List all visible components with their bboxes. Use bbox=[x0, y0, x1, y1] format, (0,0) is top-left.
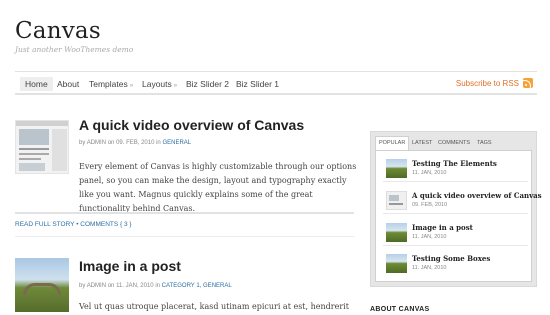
post-thumbnail[interactable] bbox=[15, 258, 69, 312]
tabbed-widget: POPULAR LATEST COMMENTS TAGS Testing The… bbox=[370, 131, 542, 287]
subscribe-rss-link[interactable]: Subscribe to RSS bbox=[456, 78, 533, 88]
meta-on: on bbox=[107, 140, 115, 146]
post-author: ADMIN bbox=[86, 283, 107, 289]
post-footer: READ FULL STORY • COMMENTS { 3 } bbox=[15, 212, 354, 237]
tab-popular[interactable]: POPULAR bbox=[375, 136, 410, 150]
site-title[interactable]: Canvas bbox=[15, 20, 101, 43]
comments-link[interactable]: COMMENTS { 3 } bbox=[80, 221, 131, 228]
post-author: ADMIN bbox=[86, 140, 107, 146]
popular-post-date: 11. JAN, 2010 bbox=[412, 234, 447, 240]
popular-post-title[interactable]: Image in a post bbox=[412, 223, 473, 232]
post-meta: by ADMIN on 11. JAN, 2010 in CATEGORY 1,… bbox=[79, 283, 232, 289]
tab-latest[interactable]: LATEST bbox=[409, 136, 435, 150]
popular-post-item[interactable]: Image in a post 11. JAN, 2010 bbox=[383, 220, 528, 246]
post-excerpt: Vel ut quas utroque placerat, kasd utina… bbox=[79, 302, 349, 311]
popular-post-thumbnail[interactable] bbox=[386, 159, 407, 178]
nav-item-layouts-label: Layouts bbox=[142, 79, 172, 89]
post-title[interactable]: Image in a post bbox=[79, 258, 181, 274]
nav-item-templates-label: Templates bbox=[89, 79, 128, 89]
popular-post-date: 11. JAN, 2010 bbox=[412, 170, 447, 176]
nav-item-biz-slider-2[interactable]: Biz Slider 2 bbox=[181, 77, 234, 91]
popular-post-item[interactable]: A quick video overview of Canvas 09. FEB… bbox=[383, 188, 542, 214]
popular-post-title[interactable]: Testing The Elements bbox=[412, 159, 497, 168]
popular-post-date: 09. FEB, 2010 bbox=[412, 202, 448, 208]
popular-post-thumbnail[interactable] bbox=[386, 223, 407, 242]
rss-icon bbox=[523, 78, 533, 88]
post-meta: by ADMIN on 09. FEB, 2010 in GENERAL bbox=[79, 140, 191, 146]
meta-in: in bbox=[155, 283, 160, 289]
post-title[interactable]: A quick video overview of Canvas bbox=[79, 117, 304, 133]
link-separator: • bbox=[76, 221, 79, 228]
popular-post-thumbnail[interactable] bbox=[386, 191, 407, 210]
post-category-link[interactable]: GENERAL bbox=[162, 140, 191, 146]
read-full-story-link[interactable]: READ FULL STORY bbox=[15, 221, 74, 228]
site-tagline: Just another WooThemes demo bbox=[15, 45, 134, 54]
tab-comments[interactable]: COMMENTS bbox=[435, 136, 473, 150]
popular-post-item[interactable]: Testing Some Boxes 11. JAN, 2010 bbox=[383, 251, 528, 277]
meta-on: on bbox=[107, 283, 115, 289]
post-date: 09. FEB, 2010 bbox=[116, 140, 155, 146]
popular-post-title[interactable]: A quick video overview of Canvas bbox=[412, 191, 542, 200]
nav-item-layouts[interactable]: Layouts» bbox=[137, 77, 182, 91]
meta-by: by bbox=[79, 140, 86, 146]
post-category-link[interactable]: CATEGORY 1, GENERAL bbox=[162, 283, 232, 289]
nav-item-about[interactable]: About bbox=[52, 77, 84, 91]
subscribe-rss-label: Subscribe to RSS bbox=[455, 79, 519, 88]
about-widget-title: ABOUT CANVAS bbox=[370, 306, 430, 313]
post-thumbnail[interactable] bbox=[15, 120, 69, 174]
popular-post-item[interactable]: Testing The Elements 11. JAN, 2010 bbox=[383, 156, 528, 182]
post-date: 11. JAN, 2010 bbox=[116, 283, 154, 289]
meta-in: in bbox=[156, 140, 161, 146]
nav-item-home[interactable]: Home bbox=[20, 77, 53, 91]
main-navigation: Home About Templates» Layouts» Biz Slide… bbox=[15, 71, 537, 95]
popular-post-thumbnail[interactable] bbox=[386, 254, 407, 273]
dropdown-caret-icon: » bbox=[173, 83, 178, 89]
post-excerpt: Every element of Canvas is highly custom… bbox=[79, 162, 357, 213]
dropdown-caret-icon: » bbox=[129, 83, 134, 89]
nav-item-templates[interactable]: Templates» bbox=[84, 77, 138, 91]
tab-tags[interactable]: TAGS bbox=[474, 136, 495, 150]
popular-post-date: 11. JAN, 2010 bbox=[412, 265, 447, 271]
popular-post-title[interactable]: Testing Some Boxes bbox=[412, 254, 490, 263]
nav-item-biz-slider-1[interactable]: Biz Slider 1 bbox=[231, 77, 284, 91]
meta-by: by bbox=[79, 283, 86, 289]
popular-posts-panel: Testing The Elements 11. JAN, 2010 A qui… bbox=[375, 150, 542, 282]
